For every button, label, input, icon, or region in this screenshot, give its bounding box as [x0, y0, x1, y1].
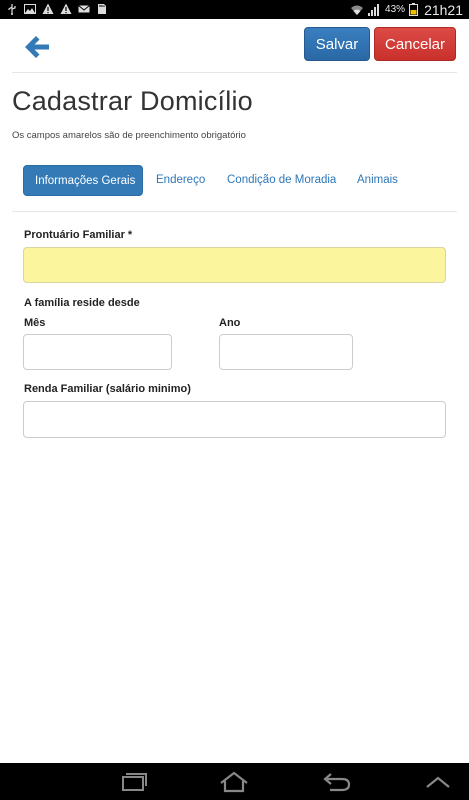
app-screen: 43% 21h21 Salvar Cancelar Cadastrar Domi…	[0, 0, 469, 800]
image-icon	[24, 4, 36, 14]
warning-icon	[60, 3, 72, 14]
mes-input[interactable]	[23, 334, 172, 370]
system-nav-bar	[0, 763, 469, 800]
arrow-left-icon[interactable]	[22, 32, 52, 62]
save-button[interactable]: Salvar	[304, 27, 370, 61]
cancel-button[interactable]: Cancelar	[374, 27, 456, 61]
mail-icon	[78, 5, 90, 13]
header-divider	[12, 72, 457, 73]
page-title: Cadastrar Domicílio	[12, 86, 253, 116]
chevron-up-icon[interactable]	[422, 771, 454, 793]
sd-card-icon	[98, 4, 106, 14]
status-bar: 43% 21h21	[0, 0, 469, 19]
status-bar-system: 43% 21h21	[350, 0, 463, 19]
renda-label: Renda Familiar (salário minimo)	[24, 383, 191, 395]
prontuario-label: Prontuário Familiar *	[24, 229, 133, 241]
usb-icon	[8, 4, 16, 15]
status-bar-notifications	[6, 3, 108, 15]
recent-apps-icon[interactable]	[117, 771, 149, 793]
signal-icon	[368, 3, 380, 16]
battery-icon	[409, 3, 419, 16]
battery-percent: 43%	[385, 4, 406, 15]
tab-animais[interactable]: Animais	[357, 165, 398, 196]
page-subtitle: Os campos amarelos são de preenchimento …	[12, 130, 246, 141]
ano-input[interactable]	[219, 334, 353, 370]
status-clock: 21h21	[424, 1, 463, 18]
prontuario-input[interactable]	[23, 247, 446, 283]
renda-input[interactable]	[23, 401, 446, 438]
home-icon[interactable]	[218, 771, 250, 793]
ano-label: Ano	[219, 317, 241, 329]
tab-informacoes-gerais[interactable]: Informações Gerais	[23, 165, 143, 196]
wifi-icon	[351, 5, 364, 15]
reside-desde-label: A família reside desde	[24, 297, 140, 309]
tabs-divider	[12, 211, 457, 212]
back-nav-icon[interactable]	[320, 771, 352, 793]
warning-icon	[42, 3, 54, 14]
tab-condicao-de-moradia[interactable]: Condição de Moradia	[227, 165, 336, 196]
tab-endereco[interactable]: Endereço	[156, 165, 205, 196]
mes-label: Mês	[24, 317, 46, 329]
